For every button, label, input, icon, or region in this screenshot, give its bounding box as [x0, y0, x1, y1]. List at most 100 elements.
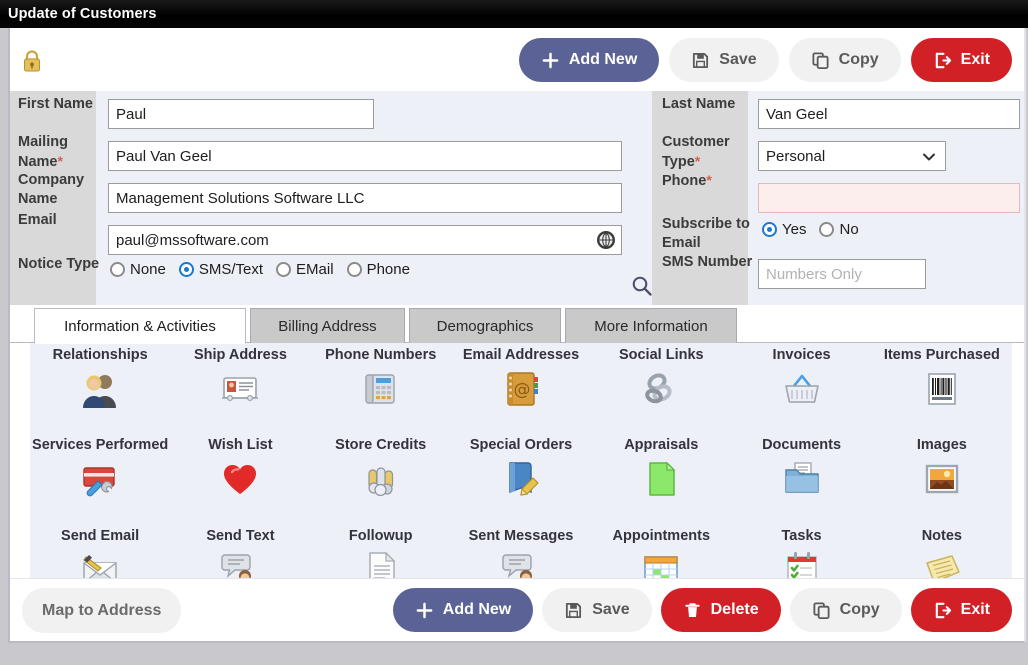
exit-button-top[interactable]: Exit — [911, 38, 1012, 82]
activity-tile-services-performed[interactable]: Services Performed — [30, 433, 170, 523]
activity-tile-store-credits[interactable]: Store Credits — [311, 433, 451, 523]
trash-icon — [683, 601, 702, 620]
bottom-button-bar: Add New Save — [393, 588, 1012, 632]
required-marker-phone: * — [706, 172, 711, 188]
subscribe-option-no[interactable]: No — [819, 221, 858, 238]
subscribe-label-no: No — [839, 221, 858, 238]
label-first-name: First Name — [18, 95, 110, 114]
exit-icon — [933, 51, 952, 70]
tab-more-information[interactable]: More Information — [565, 308, 737, 344]
label-mailing-name: Mailing Name* — [18, 133, 110, 172]
globe-icon[interactable] — [596, 230, 616, 255]
add-new-button-bottom[interactable]: Add New — [393, 588, 533, 632]
customer-type-select[interactable]: PersonalBusiness — [758, 141, 946, 171]
barcode-icon — [921, 368, 963, 410]
tab-billing-address[interactable]: Billing Address — [250, 308, 405, 344]
coins-icon — [360, 458, 402, 500]
activity-tile-ship-address[interactable]: Ship Address — [170, 343, 310, 433]
activity-tile-phone-numbers[interactable]: Phone Numbers — [311, 343, 451, 433]
bottom-toolbar: Map to Address Add New — [10, 578, 1024, 641]
padlock-icon — [22, 50, 42, 72]
activities-panel: RelationshipsShip AddressPhone NumbersEm… — [30, 343, 1012, 614]
label-subscribe-to-email: Subscribe to Email — [662, 215, 754, 253]
activity-tile-invoices[interactable]: Invoices — [731, 343, 871, 433]
email-input[interactable] — [108, 225, 622, 255]
label-notice-type: Notice Type — [18, 255, 110, 274]
tab-information-activities[interactable]: Information & Activities — [34, 308, 246, 344]
floppy-disk-icon — [564, 601, 583, 620]
folder-document-icon — [781, 458, 823, 500]
notice-type-option-none[interactable]: None — [110, 261, 166, 278]
activity-label: Documents — [762, 437, 841, 453]
sms-number-input[interactable] — [758, 259, 926, 289]
copy-button-bottom[interactable]: Copy — [790, 588, 902, 632]
delete-button[interactable]: Delete — [661, 588, 781, 632]
map-to-address-button[interactable]: Map to Address — [22, 588, 181, 633]
copy-label-bottom: Copy — [840, 602, 880, 618]
customer-update-window: Update of Customers Add New — [0, 0, 1028, 665]
plus-icon — [541, 51, 560, 70]
red-heart-icon — [219, 458, 261, 500]
phone-input[interactable] — [758, 183, 1020, 213]
notice-type-label-email: EMail — [296, 261, 334, 278]
activity-tile-social-links[interactable]: Social Links — [591, 343, 731, 433]
shopping-basket-icon — [781, 368, 823, 410]
company-name-input[interactable] — [108, 183, 622, 213]
save-button-bottom[interactable]: Save — [542, 588, 651, 632]
tab-label-more-information: More Information — [594, 318, 707, 335]
activity-label: Services Performed — [32, 437, 168, 453]
notice-type-option-phone[interactable]: Phone — [347, 261, 410, 278]
add-new-button-top[interactable]: Add New — [519, 38, 659, 82]
required-marker-mailing-name: * — [58, 153, 63, 169]
picture-frame-icon — [921, 458, 963, 500]
copy-button-top[interactable]: Copy — [789, 38, 901, 82]
top-toolbar: Add New Save — [10, 28, 1024, 91]
exit-icon — [933, 601, 952, 620]
customer-type-select-wrap: PersonalBusiness — [758, 141, 946, 171]
tab-label-billing-address: Billing Address — [278, 318, 376, 335]
search-icon[interactable] — [631, 275, 653, 302]
activity-label: Send Text — [206, 528, 274, 544]
radio-circle-no — [819, 222, 834, 237]
activity-label: Tasks — [782, 528, 822, 544]
floppy-disk-icon — [691, 51, 710, 70]
window-titlebar: Update of Customers — [0, 0, 1028, 28]
last-name-input[interactable] — [758, 99, 1020, 129]
customer-form: First Name Mailing Name* Company Name Em… — [10, 91, 1024, 305]
activity-tile-wish-list[interactable]: Wish List — [170, 433, 310, 523]
left-label-column: First Name Mailing Name* Company Name Em… — [10, 91, 96, 305]
tab-demographics[interactable]: Demographics — [409, 308, 561, 344]
subscribe-option-yes[interactable]: Yes — [762, 221, 806, 238]
save-button-top[interactable]: Save — [669, 38, 778, 82]
tab-strip: Information & Activities Billing Address… — [10, 305, 1024, 343]
activity-tile-appraisals[interactable]: Appraisals — [591, 433, 731, 523]
activity-tile-images[interactable]: Images — [872, 433, 1012, 523]
label-phone: Phone* — [662, 171, 754, 191]
label-email: Email — [18, 211, 110, 230]
label-sms-number: SMS Number — [662, 253, 754, 272]
subscribe-email-radio-group[interactable]: Yes No — [762, 221, 872, 238]
notice-type-option-email[interactable]: EMail — [276, 261, 334, 278]
first-name-input[interactable] — [108, 99, 374, 129]
copy-label-top: Copy — [839, 52, 879, 68]
activity-tile-email-addresses[interactable]: Email Addresses@ — [451, 343, 591, 433]
exit-button-bottom[interactable]: Exit — [911, 588, 1012, 632]
activity-label: Images — [917, 437, 967, 453]
notice-type-radio-group[interactable]: None SMS/Text EMail Phone — [110, 261, 423, 278]
activity-tile-special-orders[interactable]: Special Orders — [451, 433, 591, 523]
activity-tile-items-purchased[interactable]: Items Purchased — [872, 343, 1012, 433]
label-phone-text: Phone — [662, 173, 706, 189]
activity-label: Appraisals — [624, 437, 698, 453]
activity-tile-relationships[interactable]: Relationships — [30, 343, 170, 433]
book-pencil-icon — [500, 458, 542, 500]
mailing-name-input[interactable] — [108, 141, 622, 171]
save-label-top: Save — [719, 52, 756, 68]
notice-type-option-sms[interactable]: SMS/Text — [179, 261, 263, 278]
exit-label-bottom: Exit — [961, 602, 990, 618]
radio-circle-email — [276, 262, 291, 277]
radio-circle-yes — [762, 222, 777, 237]
activity-label: Notes — [922, 528, 962, 544]
activity-tile-documents[interactable]: Documents — [731, 433, 871, 523]
add-new-label-bottom: Add New — [443, 602, 511, 618]
radio-circle-phone — [347, 262, 362, 277]
